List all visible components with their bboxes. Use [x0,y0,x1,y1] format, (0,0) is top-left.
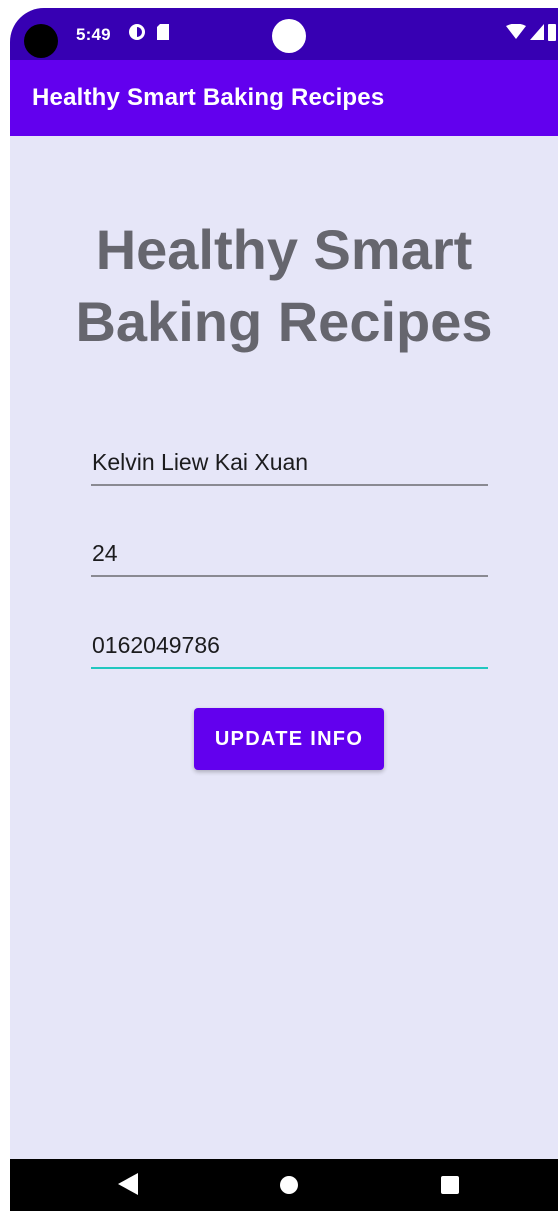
sync-icon [128,23,146,46]
update-info-button[interactable]: UPDATE INFO [194,708,384,770]
recents-icon[interactable] [441,1176,459,1194]
app-bar-title: Healthy Smart Baking Recipes [32,84,385,111]
wifi-icon [506,23,526,45]
navigation-bar [10,1159,558,1211]
page-title-line-1: Healthy Smart [95,218,473,281]
main-content: Healthy Smart Baking Recipes UPDATE INFO [10,136,558,1159]
back-icon[interactable] [118,1173,138,1200]
sd-card-icon [156,23,170,46]
age-field[interactable] [91,533,488,577]
phone-field[interactable] [91,625,488,669]
page-title-line-2: Baking Recipes [75,290,493,353]
phone-input[interactable] [91,625,488,665]
status-time: 5:49 [76,25,111,44]
app-bar: Healthy Smart Baking Recipes [10,60,558,136]
signal-icon [530,23,544,45]
name-field[interactable] [91,442,488,486]
status-icons-right [506,23,556,46]
phone-screen: 5:49 Healthy Smart Baking Recipes Health… [10,8,558,1211]
name-input[interactable] [91,442,488,482]
camera-cutout [24,24,58,58]
age-input[interactable] [91,533,488,573]
battery-icon [548,23,556,46]
home-icon[interactable] [280,1176,298,1194]
page-title: Healthy Smart Baking Recipes [10,214,558,358]
status-bar: 5:49 [10,8,558,60]
status-center-indicator [272,19,306,53]
status-icons-left [128,23,170,45]
